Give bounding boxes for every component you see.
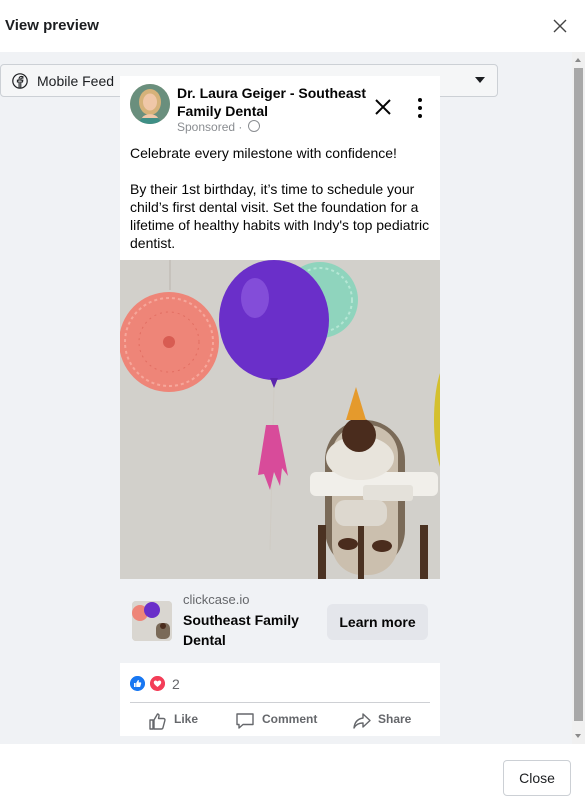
link-domain: clickcase.io — [183, 592, 250, 607]
action-bar: Like Comment Share — [130, 709, 430, 733]
hide-ad-icon[interactable] — [373, 97, 393, 117]
sponsored-label: Sponsored · — [177, 120, 260, 134]
like-reaction-icon — [130, 676, 145, 691]
birthday-photo-illustration — [120, 260, 440, 579]
like-label: Like — [174, 712, 199, 726]
share-icon — [353, 713, 371, 729]
comment-label: Comment — [262, 712, 318, 726]
share-button[interactable]: Share — [352, 709, 422, 733]
comment-icon — [236, 713, 254, 729]
thumbs-up-icon — [149, 713, 166, 730]
ad-header: Dr. Laura Geiger - Southeast Family Dent… — [120, 76, 440, 134]
link-thumbnail — [132, 601, 172, 641]
share-label: Share — [378, 712, 412, 726]
placement-label: Mobile Feed — [37, 73, 115, 89]
scrollbar-thumb[interactable] — [574, 68, 583, 721]
close-icon[interactable] — [551, 17, 569, 35]
more-options-icon[interactable] — [416, 97, 424, 119]
globe-icon — [247, 120, 260, 132]
scroll-down-arrow-icon[interactable] — [575, 734, 581, 738]
modal-title: View preview — [5, 17, 99, 34]
love-reaction-icon — [150, 676, 165, 691]
page-name[interactable]: Dr. Laura Geiger - Southeast Family Dent… — [177, 84, 367, 120]
caption-line-2: By their 1st birthday, it’s time to sche… — [130, 181, 430, 251]
close-button[interactable]: Close — [503, 760, 571, 796]
scroll-up-arrow-icon[interactable] — [575, 58, 581, 62]
learn-more-button[interactable]: Learn more — [327, 604, 428, 640]
ad-caption: Celebrate every milestone with confidenc… — [130, 144, 430, 270]
avatar — [130, 84, 170, 124]
avatar-portrait-icon — [130, 84, 170, 124]
caption-line-1: Celebrate every milestone with confidenc… — [130, 145, 397, 161]
like-button[interactable]: Like — [148, 709, 208, 733]
modal-footer: Close — [0, 744, 585, 810]
link-card[interactable]: clickcase.io Southeast Family Dental Lea… — [120, 579, 440, 663]
chevron-down-icon — [475, 77, 485, 83]
scrollbar[interactable] — [572, 52, 585, 744]
facebook-icon — [12, 73, 28, 89]
comment-button[interactable]: Comment — [235, 709, 320, 733]
divider — [130, 702, 430, 703]
sponsored-text: Sponsored · — [177, 120, 246, 134]
reaction-count: 2 — [172, 676, 180, 692]
modal-header: View preview — [0, 0, 585, 52]
link-title: Southeast Family Dental — [183, 612, 299, 648]
preview-area: Mobile Feed Dr. Laura Geiger - Southeast… — [0, 52, 585, 744]
ad-preview-card: Dr. Laura Geiger - Southeast Family Dent… — [120, 76, 440, 736]
thumbnail-image-icon — [132, 601, 172, 641]
ad-image[interactable] — [120, 260, 440, 579]
